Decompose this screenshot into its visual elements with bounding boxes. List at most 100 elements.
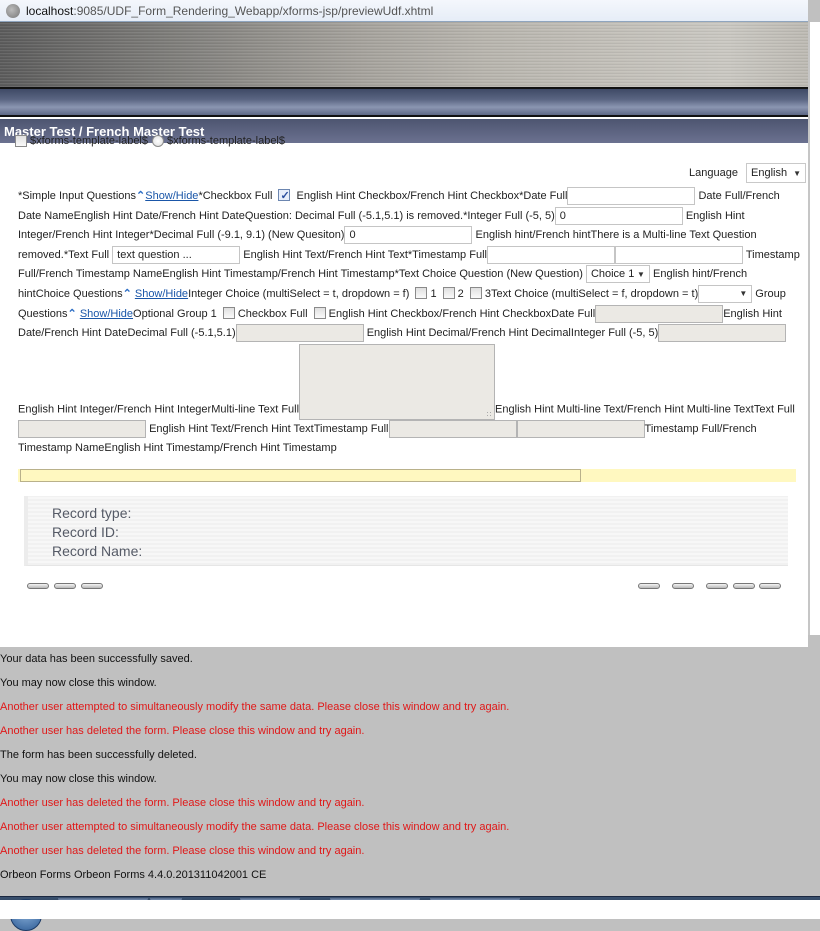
- language-value: English: [751, 167, 788, 179]
- address-bar[interactable]: localhost :9085/UDF_Form_Rendering_Webap…: [0, 0, 808, 22]
- choice-section-label: Choice Questions: [35, 287, 123, 300]
- collapse-icon[interactable]: ⌃: [136, 190, 145, 202]
- timestamp-full-label: *Timestamp Full: [407, 248, 487, 261]
- og-text-input[interactable]: [18, 419, 146, 438]
- og-text-label: Text Full: [753, 403, 795, 416]
- language-label: Language: [689, 167, 738, 179]
- chevron-down-icon: ▼: [793, 168, 801, 178]
- text-full-label: *Text Full: [63, 248, 110, 261]
- error-message-item: Another user attempted to simultaneously…: [0, 701, 510, 713]
- decimal-new-input[interactable]: 0: [344, 226, 473, 245]
- error-summary-bar: [18, 469, 796, 482]
- header-banner: [0, 22, 808, 89]
- og-date-input[interactable]: [595, 304, 724, 323]
- action-button-8[interactable]: [759, 583, 781, 589]
- error-summary-inner: [20, 469, 581, 482]
- og-timestamp-label: Timestamp Full: [313, 422, 389, 435]
- template-radio-label: $xforms-template-label$: [167, 135, 285, 147]
- simple-section-label: *Simple Input Questions: [18, 190, 137, 202]
- integer-choice-option-label: 2: [457, 287, 464, 300]
- right-button-group: [638, 583, 781, 589]
- template-checkbox-label: $xforms-template-label$: [30, 135, 148, 147]
- error-message-item: Another user attempted to simultaneously…: [0, 821, 510, 833]
- template-checkbox[interactable]: [15, 135, 27, 147]
- optional-group-label: Optional Group 1: [133, 307, 217, 320]
- og-checkbox-1[interactable]: [222, 306, 235, 319]
- og-timestamp-time-input[interactable]: [516, 419, 645, 438]
- version-footer: Orbeon Forms Orbeon Forms 4.4.0.20131104…: [0, 869, 267, 881]
- integer-choice-option-2[interactable]: [442, 286, 455, 299]
- timestamp-date-input[interactable]: [486, 245, 615, 264]
- text-hint: English Hint Text/French Hint Text: [243, 248, 408, 261]
- og-multiline-hint: English Hint Multi-line Text/French Hint…: [495, 403, 754, 416]
- template-row: $xforms-template-label$ $xforms-template…: [12, 135, 285, 147]
- show-hide-choice[interactable]: Show/Hide: [135, 288, 188, 300]
- og-timestamp-date-input[interactable]: [388, 419, 517, 438]
- timestamp-time-input[interactable]: [614, 245, 743, 264]
- og-integer-hint: English Hint Integer/French Hint Integer: [18, 403, 212, 416]
- text-full-input[interactable]: text question ...: [112, 245, 241, 264]
- error-message-item: Another user has deleted the form. Pleas…: [0, 845, 365, 857]
- text-choice2-label: Text Choice (multiSelect = f, dropdown =…: [490, 287, 699, 300]
- form-body: *Simple Input Questions⌃Show/Hide*Checkb…: [18, 187, 800, 459]
- globe-icon: [6, 3, 20, 18]
- chevron-down-icon: ▼: [739, 289, 748, 299]
- action-button-4[interactable]: [638, 583, 660, 589]
- action-button-1[interactable]: [27, 583, 49, 589]
- og-date-label: Date Full: [551, 307, 596, 320]
- og-checkbox-2[interactable]: [313, 306, 326, 319]
- decimal-new-hint: English hint/French hint: [475, 229, 591, 242]
- checkbox-hint: English Hint Checkbox/French Hint Checkb…: [296, 190, 520, 202]
- og-decimal-input[interactable]: [235, 324, 364, 343]
- below-taskbar: [0, 900, 820, 919]
- integer-choice-label: Integer Choice (multiSelect = t, dropdow…: [188, 287, 410, 300]
- collapse-icon[interactable]: ⌃: [68, 308, 77, 320]
- left-button-group: [27, 583, 103, 589]
- chevron-down-icon: ▼: [637, 269, 645, 279]
- integer-choice-option-label: 1: [430, 287, 437, 300]
- text-choice-label: *Text Choice Question (New Question): [394, 268, 583, 281]
- collapse-icon[interactable]: ⌃: [123, 288, 132, 300]
- action-button-2[interactable]: [54, 583, 76, 589]
- og-integer-label: Integer Full (-5, 5): [570, 327, 659, 340]
- og-multiline-label: Multi-line Text Full: [211, 403, 300, 416]
- message-list: Your data has been successfully saved. Y…: [0, 647, 820, 887]
- integer-full-input[interactable]: 0: [554, 206, 683, 225]
- show-hide-simple[interactable]: Show/Hide: [145, 190, 198, 202]
- url-host: localhost: [26, 3, 74, 18]
- url-path: :9085/UDF_Form_Rendering_Webapp/xforms-j…: [73, 3, 434, 18]
- record-id-label: Record ID:: [52, 524, 119, 540]
- record-info-panel: Record type: Record ID: Record Name:: [24, 496, 788, 566]
- og-decimal-hint: English Hint Decimal/French Hint Decimal: [366, 327, 571, 340]
- action-button-6[interactable]: [706, 583, 728, 589]
- scrollbar-edge[interactable]: [808, 22, 820, 635]
- og-decimal-label: Decimal Full (-5.1,5.1): [127, 327, 236, 340]
- integer-choice-option-3[interactable]: [469, 286, 482, 299]
- date-full-label: *Date Full: [519, 190, 568, 202]
- nav-band: [0, 89, 808, 117]
- error-message-item: Another user has deleted the form. Pleas…: [0, 725, 365, 737]
- og-text-hint: English Hint Text/French Hint Text: [149, 422, 314, 435]
- checkbox-full-label: *Checkbox Full: [198, 190, 273, 202]
- text-choice-select[interactable]: Choice 1 ▼: [585, 265, 650, 284]
- action-button-5[interactable]: [672, 583, 694, 589]
- show-hide-group[interactable]: Show/Hide: [80, 308, 133, 320]
- og-checkbox-full-label: Checkbox Full: [237, 307, 308, 320]
- message-item: You may now close this window.: [0, 773, 157, 785]
- record-name-label: Record Name:: [52, 543, 143, 559]
- template-radio[interactable]: [152, 135, 164, 147]
- language-select[interactable]: English ▼: [746, 163, 806, 183]
- message-item: Your data has been successfully saved.: [0, 653, 193, 665]
- action-button-7[interactable]: [733, 583, 755, 589]
- checkbox-full[interactable]: [278, 187, 291, 207]
- og-multiline-textarea[interactable]: [299, 343, 496, 420]
- decimal-removed-notice: Question: Decimal Full (-5.1,5.1) is rem…: [244, 209, 464, 222]
- date-full-input[interactable]: [567, 187, 696, 206]
- integer-choice-option-1[interactable]: [415, 286, 428, 299]
- og-integer-input[interactable]: [658, 324, 787, 343]
- error-message-item: Another user has deleted the form. Pleas…: [0, 797, 365, 809]
- text-choice-value: Choice 1: [590, 267, 635, 280]
- text-choice2-select[interactable]: ▼: [698, 285, 753, 304]
- action-button-3[interactable]: [81, 583, 103, 589]
- decimal-new-label: *Decimal Full (-9.1, 9.1) (New Quesiton): [149, 229, 345, 242]
